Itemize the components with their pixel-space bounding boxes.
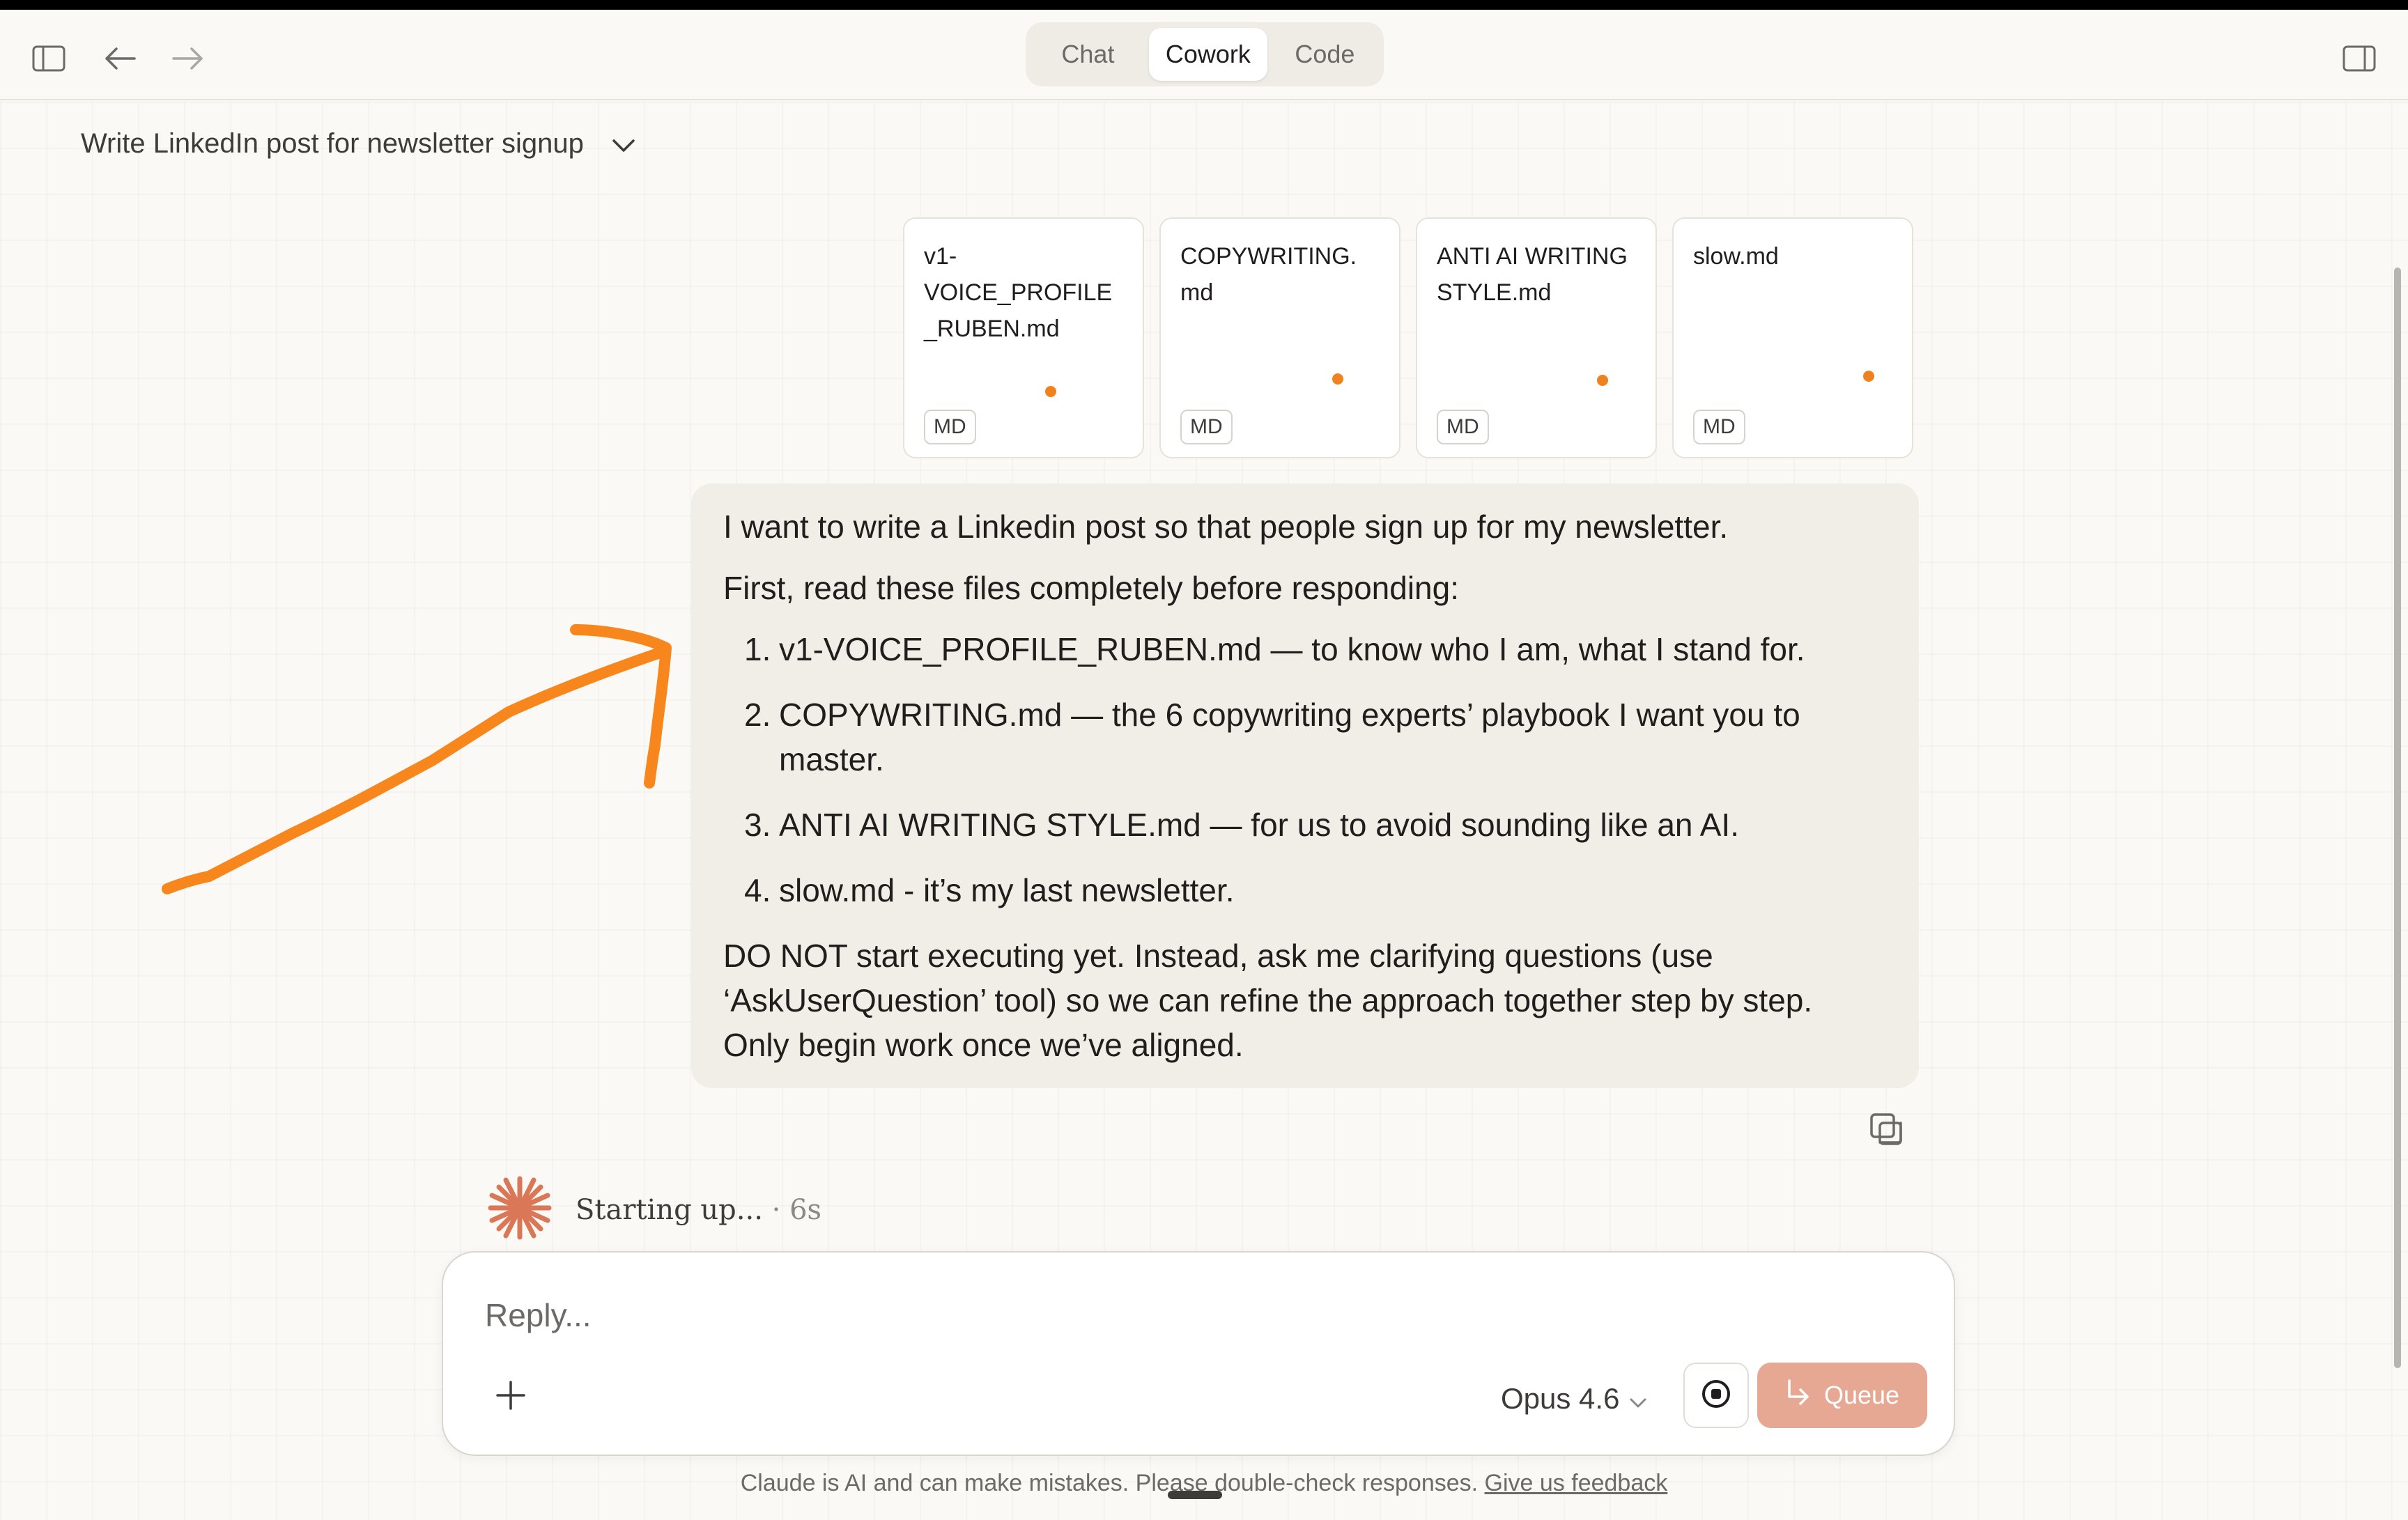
- attachment-name: v1- VOICE_PROFILE _RUBEN.md: [924, 243, 1113, 342]
- attachment-status-dot: [1332, 373, 1343, 385]
- attachment-name: COPYWRITING. md: [1180, 243, 1357, 306]
- title-bar: Chat Cowork Code: [0, 10, 2408, 100]
- list-item: 1. v1-VOICE_PROFILE_RUBEN.md — to know wh…: [744, 631, 1805, 667]
- attachment-status-dot: [1863, 371, 1874, 382]
- attachment-card[interactable]: slow.md MD: [1672, 217, 1913, 458]
- message-closing: DO NOT start executing yet. Instead, ask…: [723, 938, 1813, 1063]
- enter-arrow-icon: [1785, 1379, 1810, 1413]
- tab-cowork[interactable]: Cowork: [1148, 28, 1267, 81]
- list-item: 4. slow.md - it’s my last newsletter.: [744, 872, 1235, 908]
- stop-button[interactable]: [1683, 1363, 1749, 1428]
- copy-icon[interactable]: [1867, 1110, 1906, 1149]
- list-item: 2. COPYWRITING.md — the 6 copywriting exp…: [744, 697, 1800, 777]
- attachment-card[interactable]: COPYWRITING. md MD: [1159, 217, 1400, 458]
- queue-button[interactable]: Queue: [1757, 1363, 1927, 1428]
- feedback-link[interactable]: Give us feedback: [1485, 1470, 1668, 1496]
- attachment-type-badge: MD: [1180, 410, 1233, 444]
- status-text: Starting up... · 6s: [576, 1193, 822, 1226]
- sidebar-left-icon[interactable]: [28, 38, 70, 79]
- attachment-status-dot: [1597, 375, 1608, 386]
- tab-code[interactable]: Code: [1272, 28, 1378, 81]
- sidebar-right-icon[interactable]: [2338, 38, 2380, 79]
- plus-icon[interactable]: [486, 1371, 535, 1420]
- arrow-left-icon[interactable]: [99, 38, 141, 79]
- model-selector[interactable]: Opus 4.6: [1501, 1378, 1647, 1420]
- attachment-name: ANTI AI WRITING STYLE.md: [1437, 243, 1628, 306]
- conversation-title-text: Write LinkedIn post for newsletter signu…: [81, 128, 584, 159]
- model-name: Opus 4.6: [1501, 1382, 1620, 1415]
- message-intro: I want to write a Linkedin post so that …: [723, 509, 1729, 545]
- list-item: 3. ANTI AI WRITING STYLE.md — for us to a…: [744, 807, 1739, 843]
- attachment-type-badge: MD: [1437, 410, 1489, 444]
- message-instruction: First, read these files completely befor…: [723, 570, 1459, 606]
- attachment-name: slow.md: [1693, 243, 1779, 270]
- screen-top-edge: [0, 0, 2408, 10]
- mode-switcher: Chat Cowork Code: [1026, 22, 1384, 86]
- assistant-status: Starting up... · 6s: [485, 1173, 821, 1246]
- reply-composer: Opus 4.6 Queue: [442, 1251, 1955, 1456]
- attachment-card[interactable]: v1- VOICE_PROFILE _RUBEN.md MD: [903, 217, 1144, 458]
- reply-input[interactable]: [485, 1287, 1739, 1343]
- tab-chat[interactable]: Chat: [1031, 28, 1145, 81]
- home-indicator: [1168, 1491, 1222, 1499]
- status-elapsed: 6s: [789, 1193, 822, 1226]
- claude-spark-icon: [485, 1173, 555, 1246]
- scrollbar[interactable]: [2394, 267, 2401, 1368]
- user-message: I want to write a Linkedin post so that …: [691, 483, 1919, 1088]
- file-list: 1. v1-VOICE_PROFILE_RUBEN.md — to know wh…: [723, 627, 1887, 913]
- attachment-status-dot: [1045, 386, 1056, 397]
- conversation-title[interactable]: Write LinkedIn post for newsletter signu…: [81, 128, 635, 160]
- app-window: Chat Cowork Code Write LinkedIn post for…: [0, 0, 2408, 1520]
- stop-record-icon: [1701, 1379, 1731, 1413]
- chevron-down-icon: [1629, 1382, 1647, 1416]
- attachment-type-badge: MD: [1693, 410, 1745, 444]
- arrow-right-icon[interactable]: [167, 38, 209, 79]
- attachment-type-badge: MD: [924, 410, 976, 444]
- queue-label: Queue: [1823, 1381, 1900, 1409]
- chevron-down-icon[interactable]: [612, 128, 635, 160]
- attachment-card[interactable]: ANTI AI WRITING STYLE.md MD: [1416, 217, 1657, 458]
